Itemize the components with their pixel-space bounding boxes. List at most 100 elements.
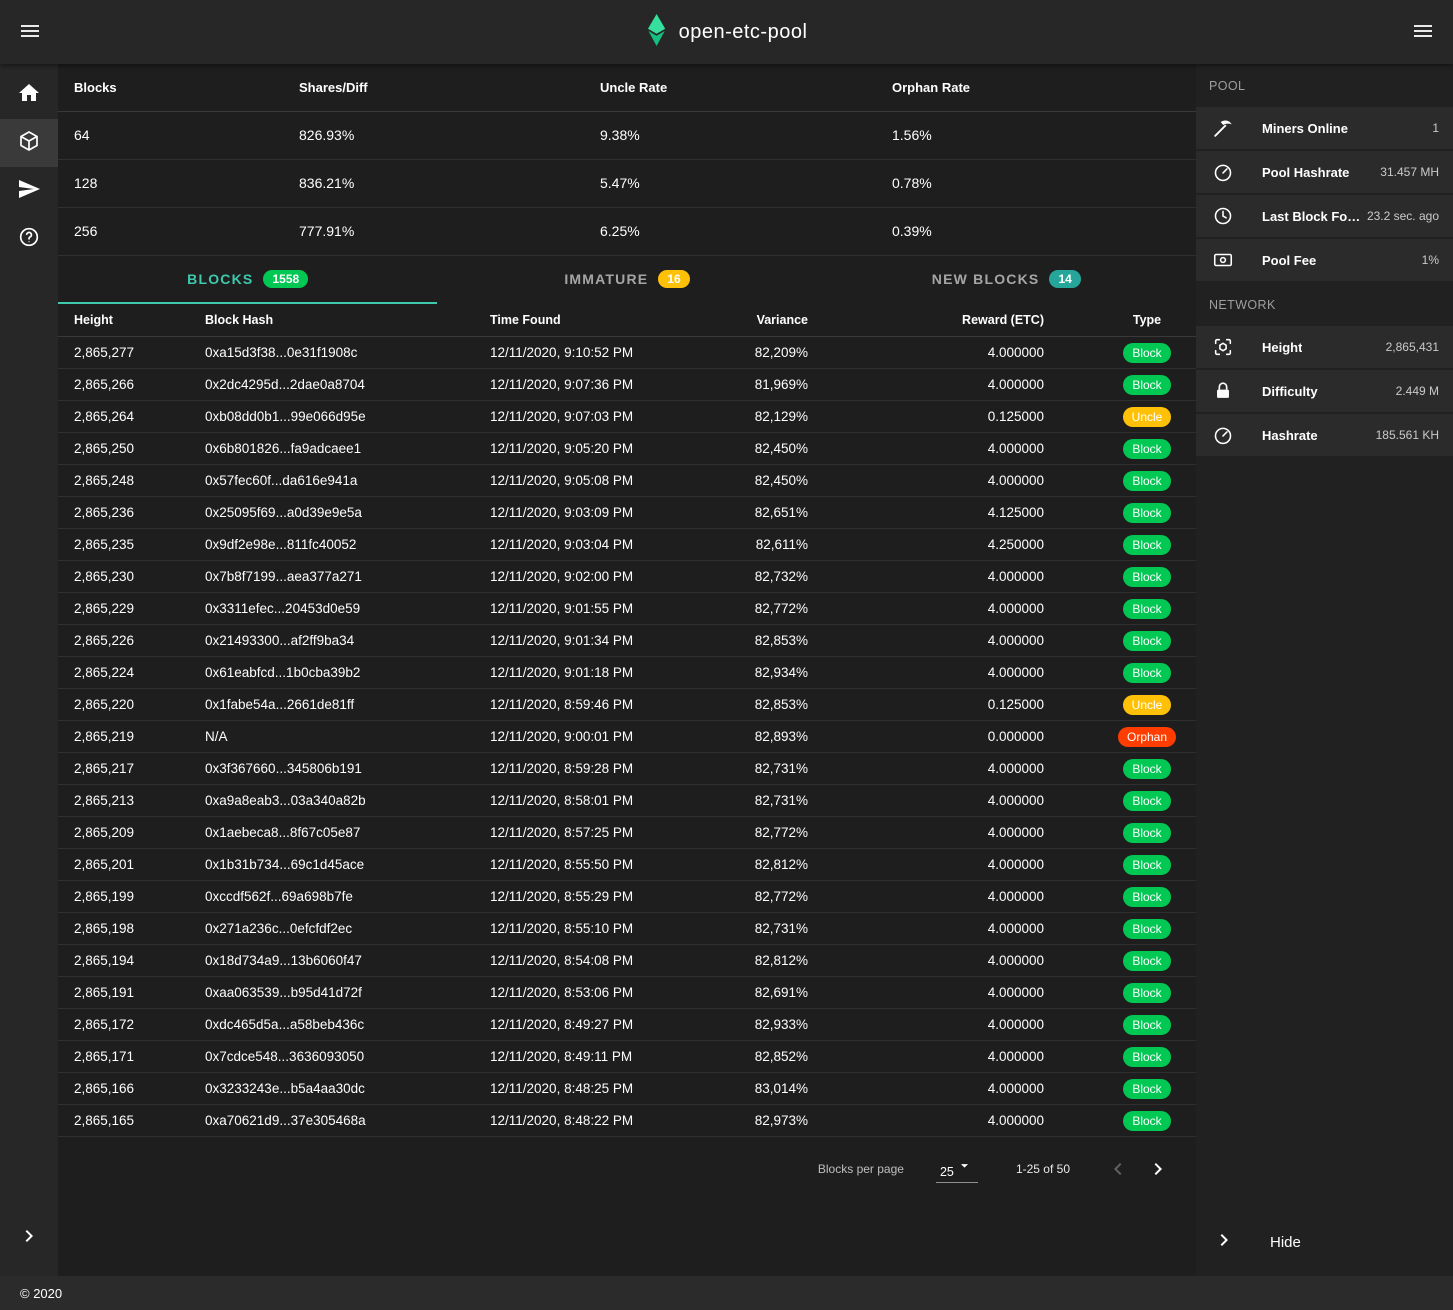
block-height: 2,865,277 [58, 337, 189, 369]
stat-row-pool-fee: Pool Fee1% [1196, 239, 1453, 281]
block-row: 2,865,2640xb08dd0b1...99e066d95e12/11/20… [58, 401, 1196, 433]
app-bar: open-etc-pool [0, 0, 1453, 64]
stats-header: Uncle Rate [584, 64, 876, 111]
type-badge: Block [1123, 343, 1170, 363]
type-badge: Block [1123, 951, 1170, 971]
block-type-cell: Block [1098, 913, 1196, 945]
block-height: 2,865,213 [58, 785, 189, 817]
block-hash: 0x6b801826...fa9adcaee1 [189, 433, 474, 465]
block-reward: 0.125000 [824, 401, 1098, 433]
block-variance: 82,853% [724, 689, 824, 721]
block-type-cell: Block [1098, 881, 1196, 913]
chevron-right-icon [1212, 1228, 1236, 1257]
per-page-select[interactable]: 25 [936, 1155, 978, 1183]
etc-logo-icon [646, 14, 667, 51]
block-row: 2,865,2170x3f367660...345806b19112/11/20… [58, 753, 1196, 785]
stat-value: 1 [1426, 121, 1439, 135]
block-variance: 82,934% [724, 657, 824, 689]
nav-item-home[interactable] [0, 71, 58, 119]
block-variance: 81,969% [724, 369, 824, 401]
block-row: 2,865,1980x271a236c...0efcfdf2ec12/11/20… [58, 913, 1196, 945]
prev-page-button[interactable] [1098, 1149, 1138, 1189]
block-type-cell: Orphan [1098, 721, 1196, 753]
block-type-cell: Block [1098, 625, 1196, 657]
nav-item-blocks[interactable] [0, 119, 58, 167]
col-header-variance: Variance [724, 304, 824, 337]
right-stats-panel: POOLMiners Online1Pool Hashrate31.457 MH… [1196, 64, 1453, 1276]
stat-value: 185.561 KH [1370, 428, 1439, 442]
right-panel-toggle-button[interactable] [1399, 8, 1447, 56]
block-variance: 82,731% [724, 753, 824, 785]
type-badge: Block [1123, 471, 1170, 491]
block-reward: 4.125000 [824, 497, 1098, 529]
col-header-reward: Reward (ETC) [824, 304, 1098, 337]
stat-value: 2,865,431 [1380, 340, 1439, 354]
block-row: 2,865,2130xa9a8eab3...03a340a82b12/11/20… [58, 785, 1196, 817]
block-row: 2,865,2260x21493300...af2ff9ba3412/11/20… [58, 625, 1196, 657]
tab-blocks[interactable]: Blocks1558 [58, 256, 437, 304]
stats-header: Orphan Rate [876, 64, 1196, 111]
expand-rail-button[interactable] [0, 1214, 58, 1262]
block-row: 2,865,1710x7cdce548...363609305012/11/20… [58, 1041, 1196, 1073]
block-time: 12/11/2020, 8:54:08 PM [474, 945, 724, 977]
block-height: 2,865,166 [58, 1073, 189, 1105]
tab-count-badge: 16 [658, 270, 689, 288]
block-time: 12/11/2020, 9:01:55 PM [474, 593, 724, 625]
block-variance: 82,651% [724, 497, 824, 529]
next-page-button[interactable] [1138, 1149, 1178, 1189]
tab-label: Immature [564, 271, 648, 287]
send-icon [17, 177, 41, 206]
col-header-type: Type [1098, 304, 1196, 337]
menu-toggle-button[interactable] [6, 8, 54, 56]
block-hash: 0x61eabfcd...1b0cba39b2 [189, 657, 474, 689]
block-height: 2,865,250 [58, 433, 189, 465]
type-badge: Block [1123, 1079, 1170, 1099]
nav-item-help[interactable] [0, 215, 58, 263]
block-height: 2,865,201 [58, 849, 189, 881]
block-variance: 82,772% [724, 593, 824, 625]
block-reward: 4.000000 [824, 913, 1098, 945]
block-hash: N/A [189, 721, 474, 753]
block-type-cell: Block [1098, 977, 1196, 1009]
block-row: 2,865,1660x3233243e...b5a4aa30dc12/11/20… [58, 1073, 1196, 1105]
block-variance: 82,853% [724, 625, 824, 657]
block-time: 12/11/2020, 8:48:25 PM [474, 1073, 724, 1105]
block-reward: 4.000000 [824, 593, 1098, 625]
tab-count-badge: 1558 [263, 270, 308, 288]
pickaxe-icon [1212, 116, 1236, 140]
stats-row: 128836.21%5.47%0.78% [58, 159, 1196, 207]
stats-header: Shares/Diff [283, 64, 584, 111]
block-hash: 0x18d734a9...13b6060f47 [189, 945, 474, 977]
block-variance: 82,933% [724, 1009, 824, 1041]
hide-panel-button[interactable]: Hide [1196, 1220, 1453, 1264]
type-badge: Orphan [1118, 727, 1176, 747]
block-variance: 82,852% [724, 1041, 824, 1073]
block-reward: 4.250000 [824, 529, 1098, 561]
type-badge: Uncle [1123, 695, 1172, 715]
block-time: 12/11/2020, 9:00:01 PM [474, 721, 724, 753]
panel-section-title: POOL [1196, 64, 1453, 107]
block-row: 2,865,2240x61eabfcd...1b0cba39b212/11/20… [58, 657, 1196, 689]
tab-immature[interactable]: Immature 16 [437, 256, 816, 304]
type-badge: Block [1123, 439, 1170, 459]
block-variance: 82,731% [724, 785, 824, 817]
stat-value: 31.457 MH [1374, 165, 1439, 179]
type-badge: Block [1123, 855, 1170, 875]
block-variance: 82,812% [724, 945, 824, 977]
block-hash: 0xa9a8eab3...03a340a82b [189, 785, 474, 817]
block-type-cell: Block [1098, 593, 1196, 625]
block-variance: 82,772% [724, 817, 824, 849]
block-hash: 0x2dc4295d...2dae0a8704 [189, 369, 474, 401]
block-variance: 82,450% [724, 465, 824, 497]
block-time: 12/11/2020, 9:03:09 PM [474, 497, 724, 529]
block-height: 2,865,194 [58, 945, 189, 977]
tab-new-blocks[interactable]: New Blocks14 [817, 256, 1196, 304]
block-time: 12/11/2020, 8:49:27 PM [474, 1009, 724, 1041]
block-time: 12/11/2020, 8:55:10 PM [474, 913, 724, 945]
type-badge: Block [1123, 791, 1170, 811]
block-variance: 82,611% [724, 529, 824, 561]
nav-item-payments[interactable] [0, 167, 58, 215]
stats-cell: 836.21% [283, 159, 584, 207]
stat-label: Last Block Fo… [1262, 209, 1360, 224]
block-height: 2,865,229 [58, 593, 189, 625]
